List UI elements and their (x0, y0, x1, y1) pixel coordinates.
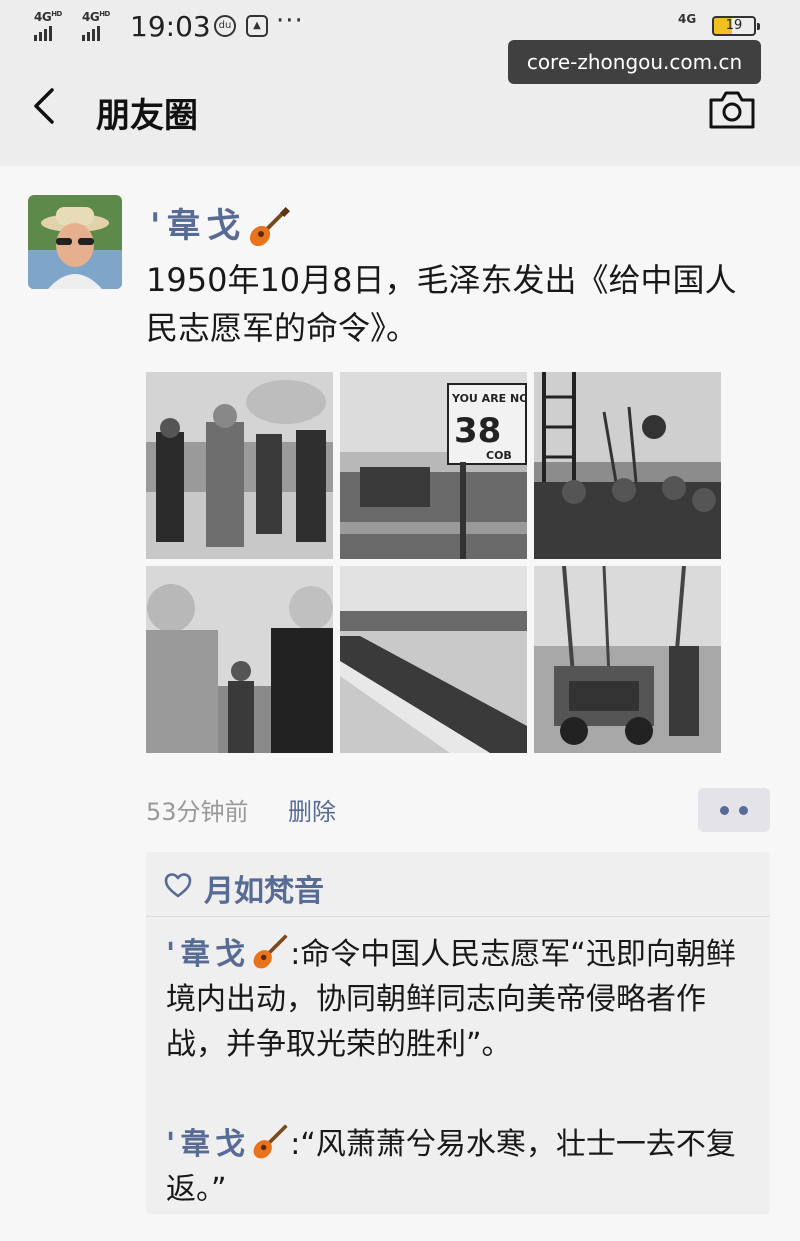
avatar[interactable] (28, 195, 122, 289)
interaction-panel: 月如梵音 '韋戈 :命令中国人民志愿军“迅即向朝鲜境内出动，协同朝鲜同志向美帝侵… (146, 852, 770, 1214)
back-arrow-icon[interactable] (30, 86, 60, 126)
sign-line-1: YOU ARE NOW (451, 392, 527, 405)
page-title: 朋友圈 (96, 96, 198, 136)
camera-icon[interactable] (708, 90, 756, 130)
clock: 19:03 (130, 10, 211, 43)
more-dot-icon (739, 806, 748, 815)
comment-author[interactable]: '韋戈 (166, 937, 250, 972)
sign-line-2: COB (486, 449, 512, 462)
photo-4[interactable] (146, 566, 333, 753)
photo-1[interactable] (146, 372, 333, 559)
more-actions-button[interactable] (698, 788, 770, 832)
image-notification-icon: ▲ (246, 15, 268, 37)
post-author-name[interactable]: '韋戈 (150, 198, 291, 250)
guitar-emoji-icon (250, 206, 291, 246)
delete-button[interactable]: 删除 (288, 792, 336, 827)
watermark: core-zhongou.com.cn (508, 40, 761, 84)
app-notification-icon: du (214, 15, 236, 37)
guitar-emoji-icon (253, 1123, 288, 1158)
post-time: 53分钟前 (146, 798, 249, 826)
battery-icon: 19 (712, 16, 760, 36)
network-4g-icon: 4G (678, 12, 697, 26)
post-text: 1950年10月8日，毛泽东发出《给中国人民志愿军的命令》。 (146, 261, 737, 347)
comment-2[interactable]: '韋戈 :“风萧萧兮易水寒，壮士一去不复返。” (166, 1122, 746, 1212)
comment-1[interactable]: '韋戈 :命令中国人民志愿军“迅即向朝鲜境内出动，协同朝鲜同志向美帝侵略者作战，… (166, 932, 746, 1067)
comment-author[interactable]: '韋戈 (166, 1127, 250, 1162)
more-dot-icon (720, 806, 729, 815)
guitar-emoji-icon (253, 933, 288, 968)
heart-icon (164, 873, 192, 898)
sign-number: 38 (454, 411, 501, 451)
photo-3[interactable] (534, 372, 721, 559)
likes-row: 月如梵音 (146, 852, 770, 917)
more-notifications-icon: ··· (276, 6, 304, 36)
photo-grid: YOU ARE NOW 38 COB (146, 372, 721, 753)
photo-5[interactable] (340, 566, 527, 753)
photo-6[interactable] (534, 566, 721, 753)
liker-name[interactable]: 月如梵音 (204, 866, 324, 910)
photo-2[interactable]: YOU ARE NOW 38 COB (340, 372, 527, 559)
